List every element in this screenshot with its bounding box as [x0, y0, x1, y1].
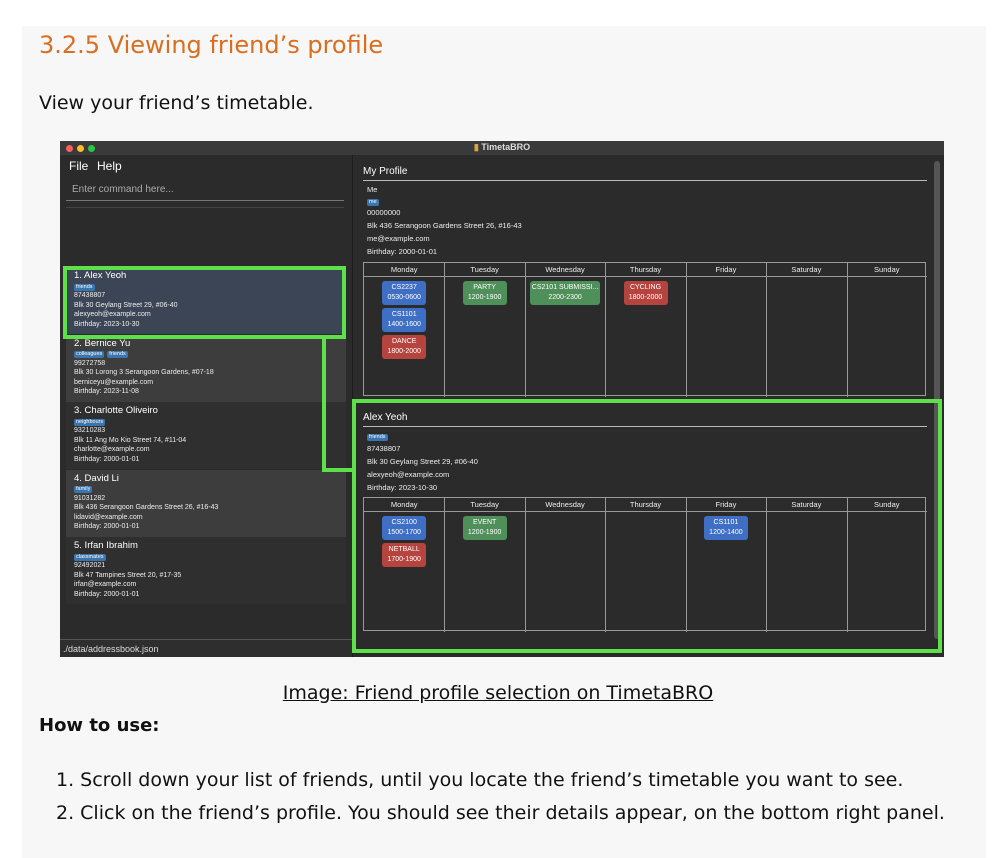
- event-name: CYCLING: [629, 284, 662, 291]
- day-header: Thursday: [605, 263, 686, 277]
- section-heading: 3.2.5 Viewing friend’s profile: [39, 31, 384, 59]
- intro-text: View your friend’s timetable.: [39, 92, 314, 114]
- person-address: Blk 11 Ang Mo Kio Street 74, #11-04: [74, 436, 187, 444]
- person-email: lidavid@example.com: [74, 513, 143, 521]
- day-header: Tuesday: [444, 263, 525, 277]
- window-title: ▮ TimetaBRO: [473, 142, 531, 152]
- person-tags: colleagues friends: [74, 349, 346, 359]
- menu-bar: File Help: [60, 155, 350, 179]
- day-column-divider: [524, 263, 526, 397]
- day-column-divider: [766, 263, 768, 397]
- status-bar-path: ./data/addressbook.json: [60, 639, 352, 657]
- event-name: CS2101 SUBMISSI...: [531, 284, 599, 291]
- person-card[interactable]: 4. David Li family 91031282 Blk 436 Serango…: [66, 469, 346, 537]
- person-tag: neighbours: [74, 418, 106, 426]
- person-tag: family: [74, 486, 93, 493]
- app-screenshot: ▮ TimetaBRO File Help Enter command here…: [60, 141, 944, 657]
- event-time: 1400-1600: [387, 321, 421, 328]
- person-tag: classmates: [74, 553, 106, 561]
- my-profile-title: My Profile: [363, 166, 408, 177]
- person-phone: 91031282: [74, 494, 106, 502]
- timetable-event[interactable]: DANCE 1800-2000: [382, 335, 427, 359]
- my-profile-phone: 00000000: [367, 208, 401, 217]
- highlight-friend-panel: [352, 399, 942, 653]
- step-2: 2. Click on the friend’s profile. You sh…: [56, 802, 945, 824]
- my-profile-birthday: Birthday: 2000-01-01: [367, 247, 438, 256]
- person-birthday: Birthday: 2000-01-01: [74, 455, 140, 463]
- highlight-selected-card: [63, 266, 346, 339]
- my-profile-rule: [363, 180, 927, 181]
- day-header: Saturday: [766, 263, 847, 277]
- window-titlebar: ▮ TimetaBRO: [60, 141, 944, 155]
- event-name: CS1101: [391, 311, 417, 318]
- day-column-divider: [685, 263, 687, 397]
- command-input[interactable]: Enter command here...: [66, 181, 344, 201]
- person-card[interactable]: 2. Bernice Yu colleagues friends 99272758 Bl…: [66, 334, 346, 402]
- person-email: charlotte@example.com: [74, 446, 150, 453]
- day-header: Wednesday: [524, 263, 606, 277]
- my-profile-tag: me: [367, 199, 379, 206]
- person-birthday: Birthday: 2000-01-01: [74, 523, 140, 530]
- my-timetable: Monday Tuesday Wednesday Thursday Friday Satu…: [363, 262, 927, 397]
- how-to-use-heading: How to use:: [39, 715, 160, 736]
- day-header: Friday: [685, 263, 767, 277]
- timetable-event[interactable]: CYCLING 1800-2000: [623, 281, 668, 305]
- step-1: 1. Scroll down your list of friends, unt…: [56, 769, 904, 791]
- event-time: 0530-0600: [387, 294, 421, 301]
- person-phone: 92492021: [74, 562, 106, 569]
- event-name: CS2237: [391, 284, 417, 291]
- event-time: 1800-2000: [628, 294, 663, 301]
- day-header: Monday: [364, 263, 445, 277]
- result-display: [66, 207, 344, 264]
- day-header: Sunday: [846, 263, 927, 277]
- timetable-event[interactable]: CS1101 1400-1600: [382, 308, 427, 332]
- day-column-divider: [444, 263, 446, 397]
- my-profile-email: me@example.com: [367, 234, 430, 243]
- person-tags: classmates: [74, 552, 346, 562]
- person-tag: colleagues: [74, 351, 105, 358]
- figure-caption[interactable]: Image: Friend profile selection on Timet…: [0, 682, 996, 704]
- day-column-divider: [605, 263, 607, 397]
- person-address: Blk 436 Serangoon Gardens Street 26, #16…: [74, 504, 219, 511]
- event-time: 1800-2000: [387, 348, 421, 355]
- person-tags: family: [74, 484, 346, 494]
- person-card[interactable]: 3. Charlotte Oliveiro neighbours 93210283 B…: [66, 402, 346, 469]
- event-time: 2200-2300: [548, 294, 582, 301]
- person-name: 4. David Li: [74, 472, 119, 484]
- person-name: 3. Charlotte Oliveiro: [74, 405, 158, 416]
- timetable-event[interactable]: CS2101 SUBMISSI... 2200-2300: [530, 281, 601, 305]
- person-name: 2. Bernice Yu: [74, 337, 131, 349]
- person-address: Blk 30 Lorong 3 Serangoon Gardens, #07-1…: [74, 369, 214, 376]
- connector-vertical: [322, 337, 326, 472]
- my-profile-name: Me: [367, 185, 378, 194]
- my-profile-address: Blk 436 Serangoon Gardens Street 26, #16…: [367, 221, 522, 230]
- day-column-divider: [846, 263, 848, 397]
- event-time: 1200-1900: [467, 294, 502, 301]
- menu-help[interactable]: Help: [97, 159, 122, 173]
- person-address: Blk 47 Tampines Street 20, #17-35: [74, 571, 182, 579]
- person-email: irfan@example.com: [74, 581, 137, 588]
- person-email: berniceyu@example.com: [74, 378, 154, 386]
- person-name: 5. Irfan Ibrahim: [74, 540, 138, 551]
- person-card[interactable]: 5. Irfan Ibrahim classmates 92492021 Blk 47…: [66, 537, 346, 604]
- event-name: DANCE: [391, 338, 417, 345]
- menu-file[interactable]: File: [69, 159, 88, 173]
- connector-horizontal: [322, 468, 354, 472]
- steps-list: 1. Scroll down your list of friends, unt…: [56, 764, 945, 830]
- event-name: PARTY: [473, 284, 496, 291]
- person-birthday: Birthday: 2023-11-08: [74, 388, 139, 395]
- person-phone: 93210283: [74, 427, 106, 434]
- person-birthday: Birthday: 2000-01-01: [74, 590, 140, 598]
- timetable-event[interactable]: PARTY 1200-1900: [462, 281, 507, 305]
- person-phone: 99272758: [74, 359, 106, 367]
- timetable-event[interactable]: CS2237 0530-0600: [382, 281, 427, 305]
- person-tags: neighbours: [74, 417, 346, 427]
- person-tag: friends: [107, 351, 128, 358]
